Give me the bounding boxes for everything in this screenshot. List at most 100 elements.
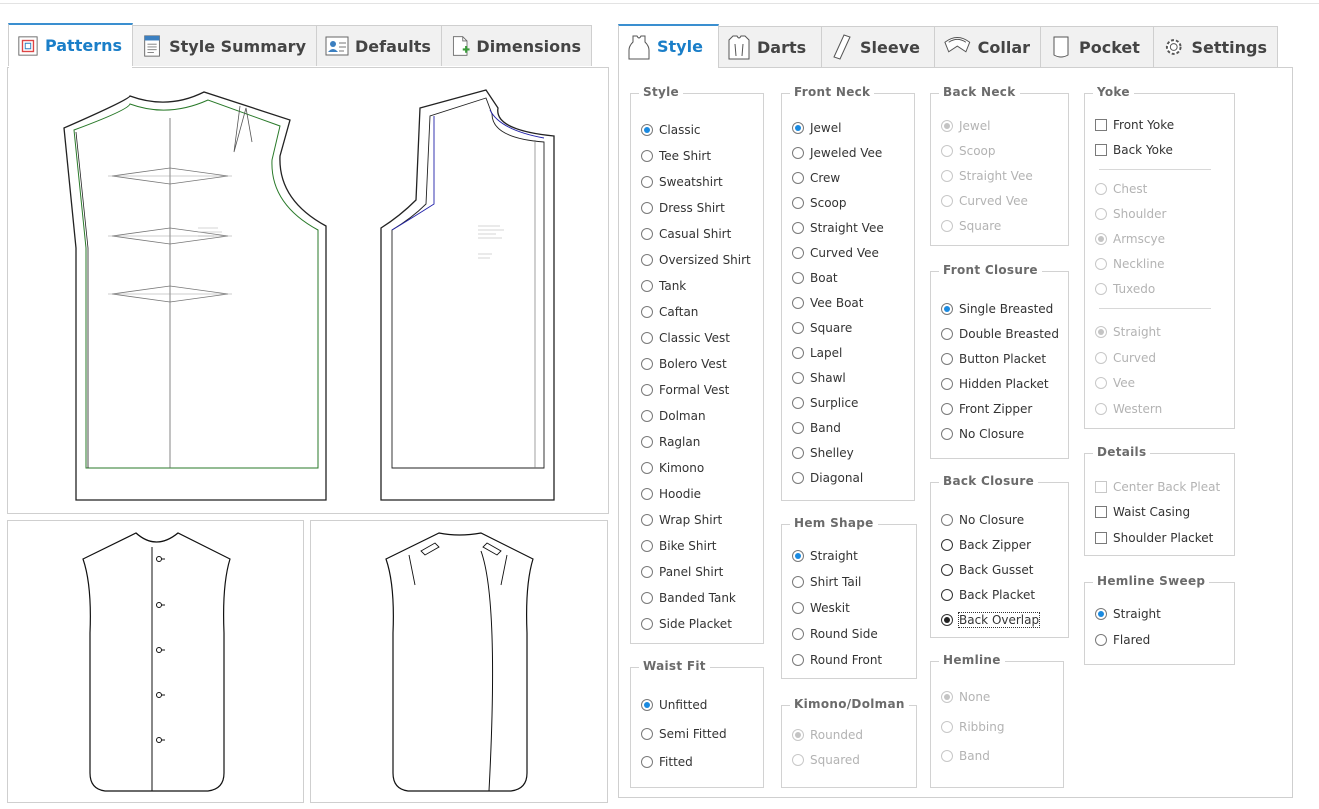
- radio[interactable]: [792, 472, 804, 484]
- radio[interactable]: [792, 602, 804, 614]
- tab-dimensions[interactable]: Dimensions: [441, 25, 592, 66]
- front-neck-option-crew[interactable]: Crew: [792, 171, 840, 185]
- radio[interactable]: [641, 280, 653, 292]
- style-option-kimono[interactable]: Kimono: [641, 461, 704, 475]
- pattern-view[interactable]: [7, 67, 609, 514]
- back-closure-option-back-overlap[interactable]: Back Overlap: [941, 612, 1041, 628]
- radio[interactable]: [941, 589, 953, 601]
- hem-shape-option-weskit[interactable]: Weskit: [792, 601, 850, 615]
- style-option-panel-shirt[interactable]: Panel Shirt: [641, 565, 723, 579]
- radio[interactable]: [792, 272, 804, 284]
- radio[interactable]: [792, 397, 804, 409]
- radio-selected[interactable]: [941, 614, 953, 626]
- checkbox[interactable]: [1095, 119, 1107, 131]
- radio[interactable]: [941, 564, 953, 576]
- front-neck-option-scoop[interactable]: Scoop: [792, 196, 847, 210]
- front-neck-option-band[interactable]: Band: [792, 421, 841, 435]
- radio[interactable]: [641, 540, 653, 552]
- front-neck-option-surplice[interactable]: Surplice: [792, 396, 858, 410]
- radio-selected[interactable]: [792, 122, 804, 134]
- front-neck-option-vee-boat[interactable]: Vee Boat: [792, 296, 864, 310]
- radio[interactable]: [792, 447, 804, 459]
- front-neck-option-boat[interactable]: Boat: [792, 271, 838, 285]
- back-closure-option-back-placket[interactable]: Back Placket: [941, 588, 1035, 602]
- front-closure-option-single-breasted[interactable]: Single Breasted: [941, 302, 1053, 316]
- style-option-tank[interactable]: Tank: [641, 279, 686, 293]
- style-option-raglan[interactable]: Raglan: [641, 435, 700, 449]
- back-sketch-view[interactable]: [310, 520, 608, 803]
- front-neck-option-jeweled-vee[interactable]: Jeweled Vee: [792, 146, 882, 160]
- style-option-bike-shirt[interactable]: Bike Shirt: [641, 539, 716, 553]
- radio[interactable]: [941, 539, 953, 551]
- radio[interactable]: [941, 403, 953, 415]
- radio[interactable]: [641, 202, 653, 214]
- hem-shape-option-round-front[interactable]: Round Front: [792, 653, 882, 667]
- style-option-hoodie[interactable]: Hoodie: [641, 487, 701, 501]
- style-option-dolman[interactable]: Dolman: [641, 409, 706, 423]
- tab-defaults[interactable]: Defaults: [316, 25, 442, 66]
- radio[interactable]: [792, 322, 804, 334]
- tab-sleeve[interactable]: Sleeve: [821, 26, 935, 67]
- style-option-dress-shirt[interactable]: Dress Shirt: [641, 201, 725, 215]
- radio[interactable]: [792, 576, 804, 588]
- radio-selected[interactable]: [1095, 608, 1107, 620]
- tab-style[interactable]: Style: [618, 24, 719, 69]
- tab-darts[interactable]: Darts: [718, 26, 822, 67]
- radio[interactable]: [641, 618, 653, 630]
- tab-style-summary[interactable]: Style Summary: [132, 25, 317, 66]
- hemline-sweep-option-straight[interactable]: Straight: [1095, 607, 1161, 621]
- front-closure-option-button-placket[interactable]: Button Placket: [941, 352, 1046, 366]
- radio[interactable]: [641, 727, 653, 740]
- radio[interactable]: [941, 353, 953, 365]
- front-closure-option-no-closure[interactable]: No Closure: [941, 427, 1024, 441]
- back-closure-option-no-closure[interactable]: No Closure: [941, 513, 1024, 527]
- back-closure-option-back-gusset[interactable]: Back Gusset: [941, 563, 1033, 577]
- radio[interactable]: [641, 436, 653, 448]
- radio[interactable]: [792, 628, 804, 640]
- front-sketch-view[interactable]: [7, 520, 304, 803]
- tab-collar[interactable]: Collar: [934, 26, 1041, 67]
- radio[interactable]: [792, 222, 804, 234]
- radio[interactable]: [792, 422, 804, 434]
- radio[interactable]: [641, 566, 653, 578]
- radio[interactable]: [941, 514, 953, 526]
- radio[interactable]: [641, 228, 653, 240]
- tab-patterns[interactable]: Patterns: [8, 23, 133, 68]
- style-option-oversized-shirt[interactable]: Oversized Shirt: [641, 253, 751, 267]
- radio[interactable]: [641, 514, 653, 526]
- hem-shape-option-straight[interactable]: Straight: [792, 549, 858, 563]
- radio[interactable]: [792, 172, 804, 184]
- radio[interactable]: [641, 306, 653, 318]
- waist-fit-option-semi-fitted[interactable]: Semi Fitted: [641, 727, 727, 741]
- radio[interactable]: [792, 197, 804, 209]
- radio[interactable]: [641, 176, 653, 188]
- front-neck-option-curved-vee[interactable]: Curved Vee: [792, 246, 879, 260]
- style-option-casual-shirt[interactable]: Casual Shirt: [641, 227, 731, 241]
- waist-fit-option-unfitted[interactable]: Unfitted: [641, 698, 707, 712]
- style-option-formal-vest[interactable]: Formal Vest: [641, 383, 729, 397]
- tab-pocket[interactable]: Pocket: [1040, 26, 1154, 67]
- radio[interactable]: [792, 372, 804, 384]
- radio[interactable]: [792, 347, 804, 359]
- front-neck-option-square[interactable]: Square: [792, 321, 852, 335]
- radio[interactable]: [641, 462, 653, 474]
- style-option-bolero-vest[interactable]: Bolero Vest: [641, 357, 727, 371]
- style-option-tee-shirt[interactable]: Tee Shirt: [641, 149, 711, 163]
- style-option-side-placket[interactable]: Side Placket: [641, 617, 732, 631]
- radio[interactable]: [792, 654, 804, 666]
- radio-selected[interactable]: [641, 699, 653, 711]
- style-option-caftan[interactable]: Caftan: [641, 305, 698, 319]
- radio[interactable]: [641, 358, 653, 370]
- style-option-sweatshirt[interactable]: Sweatshirt: [641, 175, 723, 189]
- radio[interactable]: [641, 410, 653, 422]
- yoke-check-front-yoke[interactable]: Front Yoke: [1095, 118, 1174, 132]
- radio-selected[interactable]: [792, 550, 804, 562]
- radio[interactable]: [641, 756, 653, 768]
- front-closure-option-hidden-placket[interactable]: Hidden Placket: [941, 377, 1049, 391]
- hemline-sweep-option-flared[interactable]: Flared: [1095, 633, 1150, 647]
- radio[interactable]: [641, 254, 653, 266]
- radio[interactable]: [641, 592, 653, 604]
- hem-shape-option-round-side[interactable]: Round Side: [792, 627, 878, 641]
- waist-fit-option-fitted[interactable]: Fitted: [641, 755, 693, 769]
- yoke-check-back-yoke[interactable]: Back Yoke: [1095, 143, 1173, 157]
